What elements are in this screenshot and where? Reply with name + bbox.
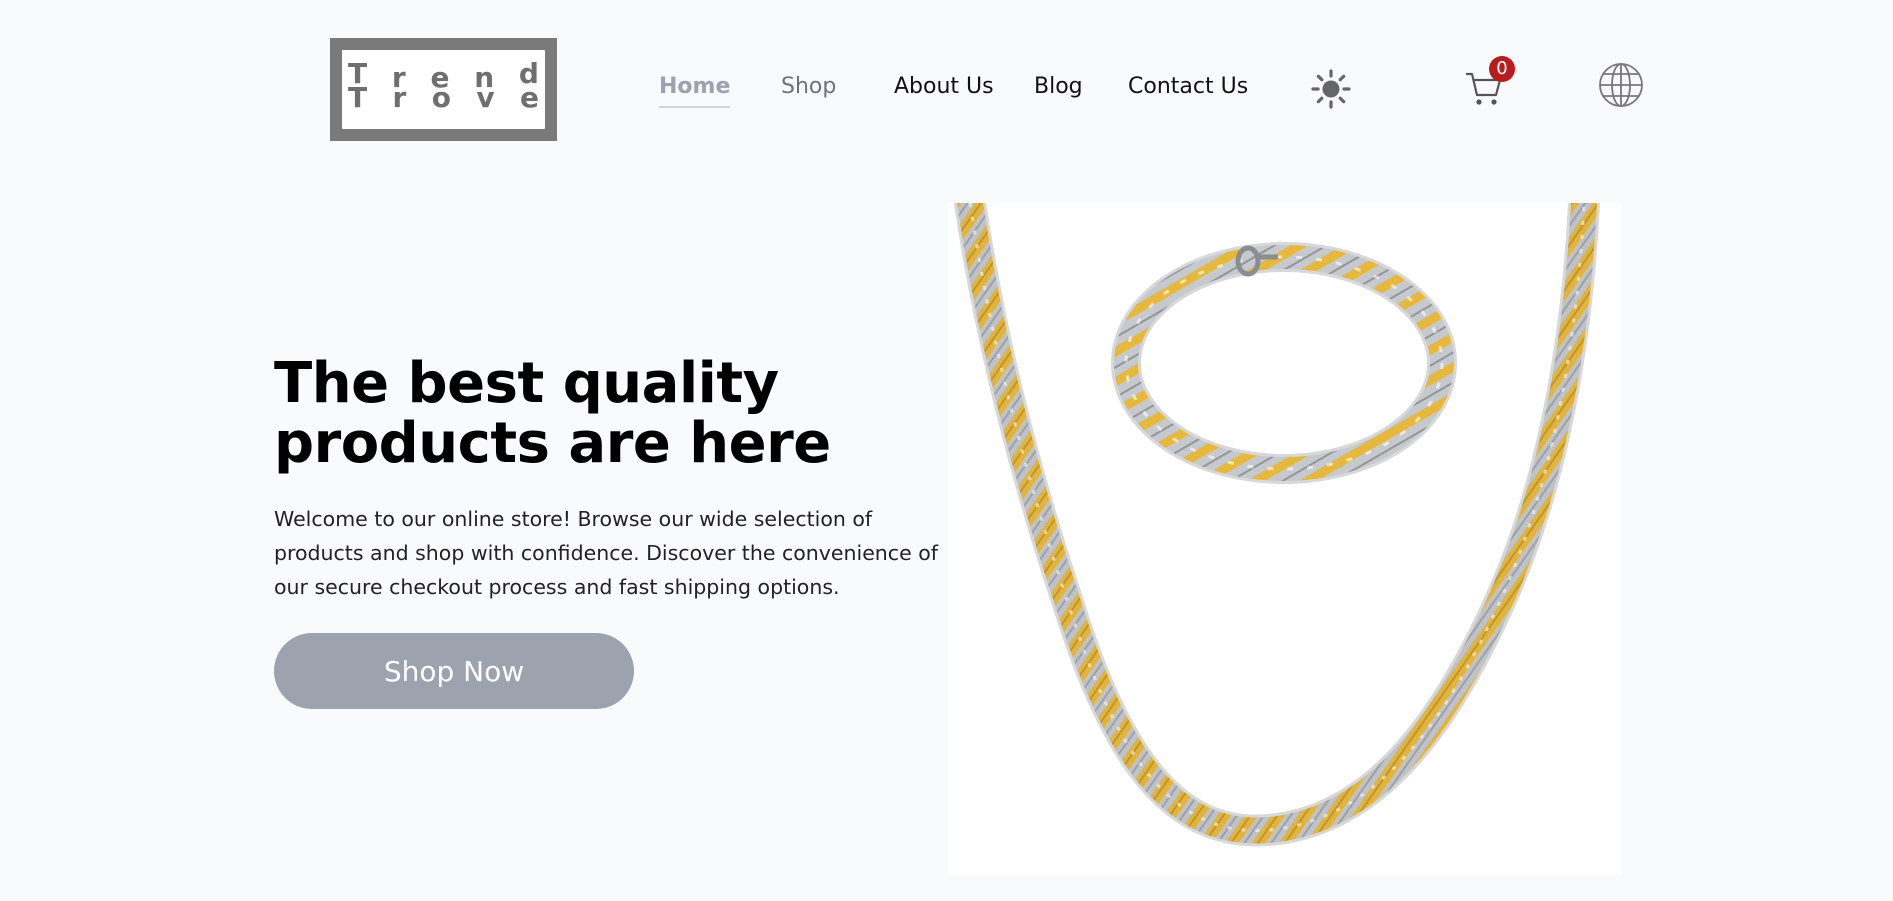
brand-logo[interactable]: T r e n d T r o v e [330,38,557,141]
nav-about-us[interactable]: About Us [894,72,994,102]
globe-icon[interactable] [1598,62,1644,108]
nav-home[interactable]: Home [659,72,731,108]
logo-row-bottom: T r o v e [348,81,539,114]
hero-title: The best quality products are here [274,351,831,476]
nav-blog[interactable]: Blog [1034,72,1083,102]
hero-description: Welcome to our online store! Browse our … [274,507,938,599]
nav-shop[interactable]: Shop [781,72,836,102]
cart-count-badge: 0 [1489,56,1515,82]
necklace-chain [954,203,1600,847]
sun-icon[interactable] [1310,68,1352,110]
nav-contact-us[interactable]: Contact Us [1128,72,1248,102]
jewelry-illustration [954,203,1600,847]
shop-now-button[interactable]: Shop Now [274,633,634,709]
hero-product-image [948,203,1621,875]
